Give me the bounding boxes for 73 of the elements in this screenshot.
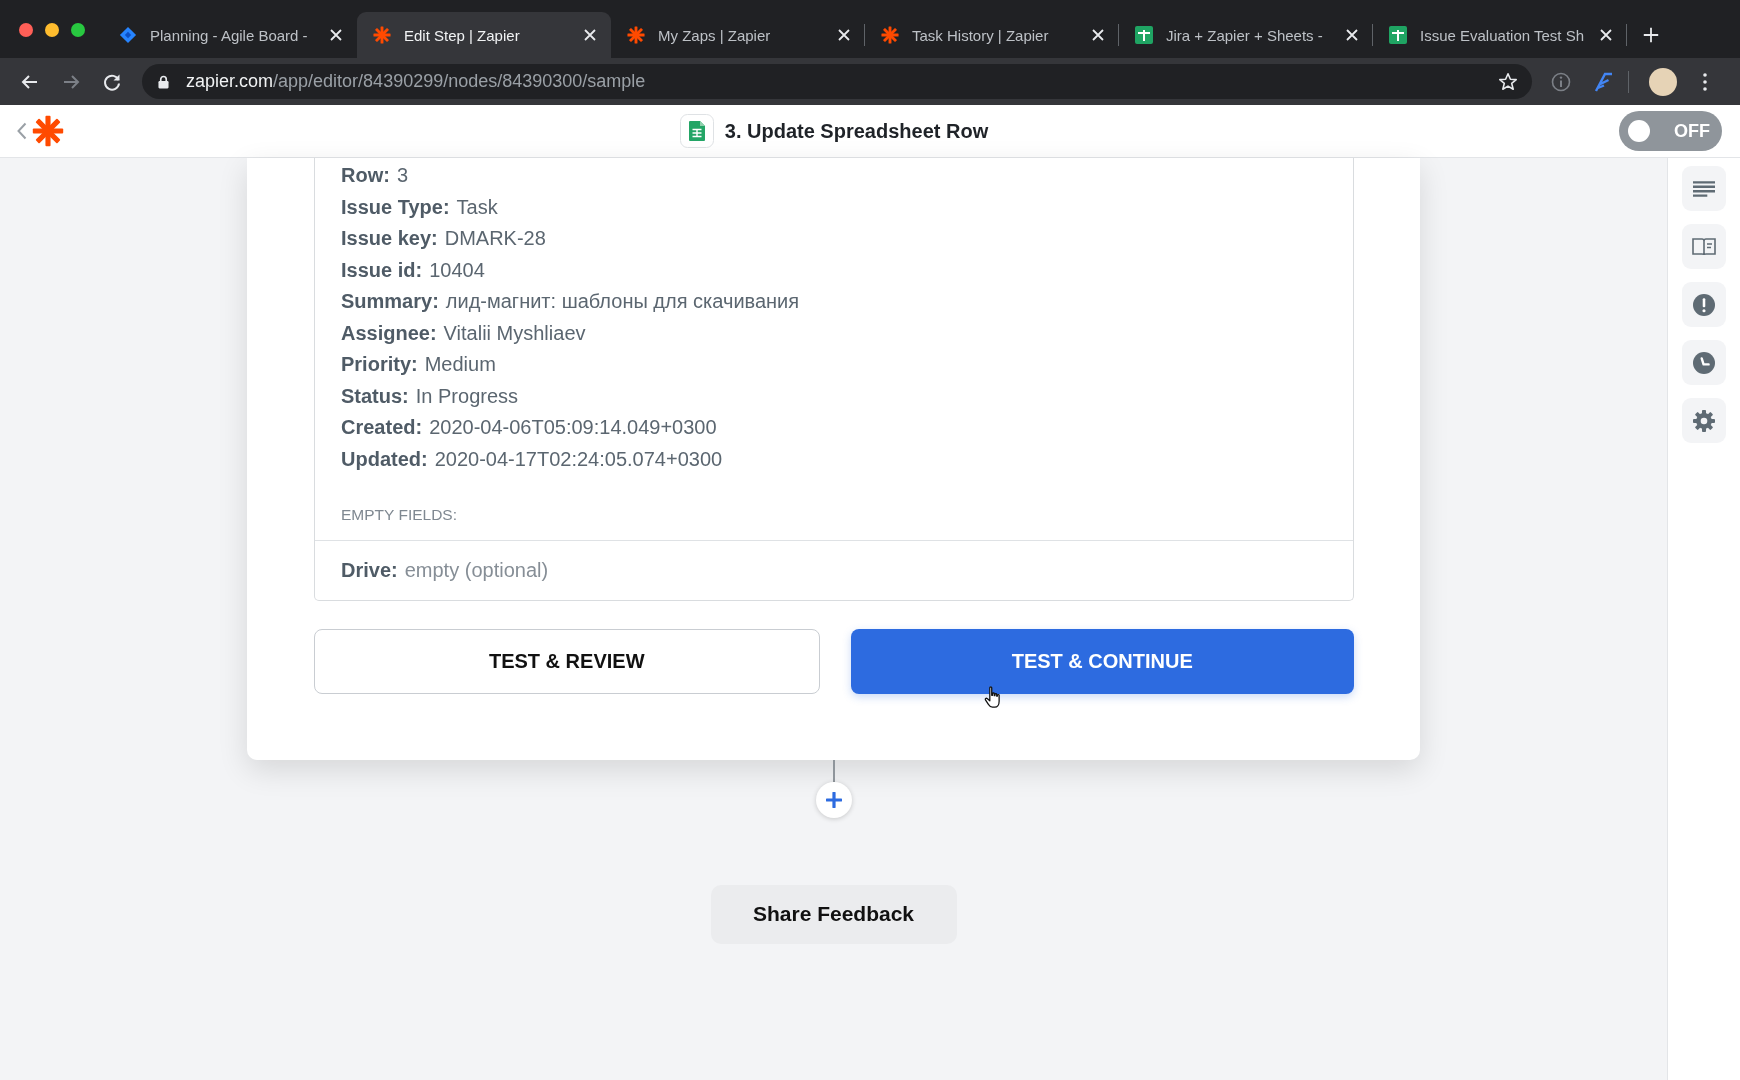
lock-icon: [158, 74, 169, 89]
diamond-icon: [119, 26, 137, 44]
close-icon[interactable]: [1092, 29, 1104, 41]
connector-line: [832, 759, 835, 782]
field-value: Task: [456, 195, 498, 218]
add-step-button[interactable]: [815, 781, 852, 818]
field-value: Vitalii Myshliaev: [443, 321, 586, 344]
field-label: Issue Type:: [341, 195, 450, 218]
sidebar-button[interactable]: [1682, 166, 1726, 211]
spreadsheet-icon: [1135, 26, 1153, 44]
browser-tab[interactable]: Planning - Agile Board -: [103, 12, 357, 58]
asterisk-icon: [627, 26, 645, 44]
field-label: Status:: [341, 384, 409, 407]
test-review-button[interactable]: TEST & REVIEW: [314, 628, 820, 694]
field-value: 3: [396, 164, 408, 186]
field-value: 2020-04-06T05:09:14.049+0300: [429, 416, 717, 438]
field-label: Updated:: [341, 447, 428, 470]
field-label: Summary:: [341, 290, 439, 312]
close-icon[interactable]: [838, 29, 850, 41]
book-icon: [1692, 237, 1716, 256]
new-tab-icon[interactable]: [1642, 26, 1660, 44]
field-value: Medium: [424, 353, 496, 375]
empty-fields-heading: EMPTY FIELDS:: [341, 506, 457, 523]
field-value: 10404: [429, 258, 485, 281]
field-label: Issue id:: [341, 258, 423, 281]
close-icon[interactable]: [584, 29, 596, 41]
field-label: Assignee:: [341, 321, 437, 344]
field-label: Issue key:: [341, 227, 438, 249]
browser-tab[interactable]: My Zaps | Zapier: [611, 12, 865, 58]
browser-tab[interactable]: Jira + Zapier + Sheets -: [1119, 12, 1373, 58]
sidebar-button[interactable]: [1682, 398, 1726, 443]
field-label: Priority:: [341, 353, 418, 375]
feather-icon[interactable]: [1593, 71, 1613, 92]
address-bar[interactable]: zapier.com/app/editor/84390299/nodes/84390300/sample: [142, 64, 1532, 99]
field-label: Row:: [341, 164, 390, 186]
window-close-button[interactable]: [19, 23, 33, 37]
field-label: Created:: [341, 416, 423, 438]
sidebar-button[interactable]: [1682, 282, 1726, 327]
window-zoom-button[interactable]: [71, 23, 85, 37]
plus-icon: [825, 791, 842, 808]
asterisk-icon: [881, 26, 899, 44]
sidebar-button[interactable]: [1682, 340, 1726, 385]
asterisk-logo-icon[interactable]: [32, 115, 64, 147]
back-chevron-icon[interactable]: [17, 122, 27, 140]
clock-icon: [1693, 351, 1715, 374]
window-minimize-button[interactable]: [45, 23, 59, 37]
menu-icon[interactable]: [1703, 72, 1707, 91]
field-value: DMARK-28: [444, 227, 546, 249]
info-icon[interactable]: [1551, 71, 1571, 92]
spreadsheet-icon: [1389, 26, 1407, 44]
url-text: zapier.com/app/editor/84390299/nodes/84390300/sample: [186, 71, 646, 92]
settings-icon: [1693, 409, 1715, 432]
hand-cursor-icon: [984, 685, 1002, 709]
field-label: Drive:: [341, 559, 398, 581]
star-icon[interactable]: [1498, 71, 1518, 92]
sidebar-button[interactable]: [1682, 224, 1726, 269]
browser-tab[interactable]: Issue Evaluation Test Sh: [1373, 12, 1627, 58]
test-continue-button[interactable]: TEST & CONTINUE: [850, 628, 1354, 694]
avatar-icon[interactable]: [1649, 67, 1677, 96]
spreadsheet-icon: [679, 114, 714, 148]
field-value: In Progress: [415, 384, 519, 407]
alert-icon: [1693, 293, 1715, 316]
field-value: 2020-04-17T02:24:05.074+0300: [434, 447, 723, 470]
browser-tab[interactable]: Edit Step | Zapier: [357, 12, 611, 58]
field-value: empty (optional): [404, 559, 549, 581]
field-value: лид-магнит: шаблоны для скачивания: [445, 290, 800, 312]
browser-tab[interactable]: Task History | Zapier: [865, 12, 1119, 58]
step-title: 3. Update Spreadsheet Row: [724, 119, 989, 143]
share-feedback-button[interactable]: Share Feedback: [710, 884, 957, 944]
close-icon[interactable]: [330, 29, 342, 41]
close-icon[interactable]: [1346, 29, 1358, 41]
close-icon[interactable]: [1600, 29, 1612, 41]
asterisk-icon: [373, 26, 391, 44]
